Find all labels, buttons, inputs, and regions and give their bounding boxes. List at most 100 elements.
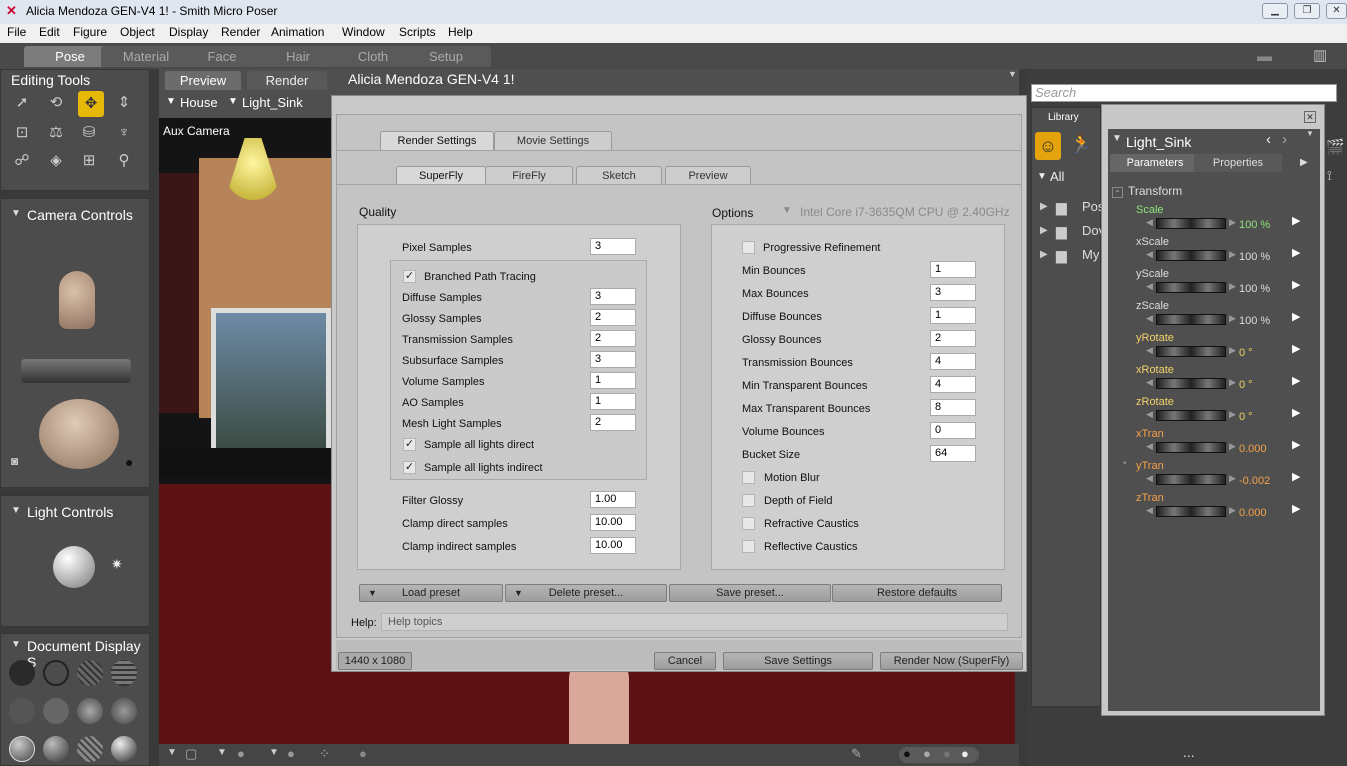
param-scale[interactable]: Scale ◀ ▶ 100 % ▶ xyxy=(1128,204,1318,236)
glossy-samples-field[interactable]: 2 xyxy=(590,309,636,326)
tab-superfly[interactable]: SuperFly xyxy=(396,166,486,185)
wireframe-style-icon[interactable] xyxy=(77,660,103,686)
figure-selector[interactable]: House xyxy=(180,95,218,110)
param-value[interactable]: 0 ° xyxy=(1239,411,1253,423)
minimize-button[interactable]: ▁ xyxy=(1262,3,1288,19)
light-sphere-icon[interactable] xyxy=(53,546,95,588)
dial-right-icon[interactable]: ▶ xyxy=(1229,441,1236,452)
render-now-button[interactable]: Render Now (SuperFly) xyxy=(880,652,1023,670)
hidden-line-style-icon[interactable] xyxy=(111,660,137,686)
tab-preview-engine[interactable]: Preview xyxy=(665,166,751,185)
param-dial[interactable] xyxy=(1156,506,1226,517)
dial-right-icon[interactable]: ▶ xyxy=(1229,345,1236,356)
restore-defaults-button[interactable]: Restore defaults xyxy=(832,584,1002,602)
rotate-tool-icon[interactable]: ⟲ xyxy=(45,92,67,114)
collapse-arrow-icon[interactable]: ▼ xyxy=(11,505,21,516)
flyaround-icon[interactable]: ● xyxy=(125,454,133,470)
param-value[interactable]: 0 ° xyxy=(1239,347,1253,359)
camera-icon[interactable]: ◙ xyxy=(11,454,18,468)
dial-left-icon[interactable]: ◀ xyxy=(1146,217,1153,228)
close-button[interactable]: ✕ xyxy=(1326,3,1347,19)
panel-menu-icon[interactable]: ▼ xyxy=(1008,69,1017,79)
refractive-caustics-checkbox[interactable] xyxy=(742,517,755,530)
actor-dropdown-arrow-icon[interactable]: ▼ xyxy=(228,96,238,107)
all-label[interactable]: All xyxy=(1050,169,1064,184)
library-books-icon[interactable]: ▥ xyxy=(1313,46,1327,64)
menu-figure[interactable]: Figure xyxy=(73,25,107,39)
volume-bounces-field[interactable]: 0 xyxy=(930,422,976,439)
chevron-down-icon[interactable]: ▼ xyxy=(1037,171,1047,182)
dial-right-icon[interactable]: ▶ xyxy=(1229,249,1236,260)
param-value[interactable]: 0.000 xyxy=(1239,507,1267,519)
maximize-button[interactable]: ❐ xyxy=(1294,3,1320,19)
param-dial[interactable] xyxy=(1156,314,1226,325)
chevron-down-icon[interactable]: ▼ xyxy=(167,747,177,758)
expand-arrow-icon[interactable]: ▶ xyxy=(1040,249,1048,260)
param-zscale[interactable]: zScale ◀ ▶ 100 % ▶ xyxy=(1128,300,1318,332)
pencil-icon[interactable]: ✎ xyxy=(851,746,862,762)
param-value[interactable]: 0.000 xyxy=(1239,443,1267,455)
transmission-samples-field[interactable]: 2 xyxy=(590,330,636,347)
chain-break-icon[interactable]: ⛁ xyxy=(78,122,100,144)
flat-shaded-icon[interactable] xyxy=(43,698,69,724)
actor-selector[interactable]: Light_Sink xyxy=(242,95,303,110)
taper-tool-icon[interactable]: ⚖ xyxy=(45,122,67,144)
volume-samples-field[interactable]: 1 xyxy=(590,372,636,389)
param-xscale[interactable]: xScale ◀ ▶ 100 % ▶ xyxy=(1128,236,1318,268)
twist-tool-icon[interactable]: ♆ xyxy=(113,122,135,144)
param-dial[interactable] xyxy=(1156,442,1226,453)
menu-scripts[interactable]: Scripts xyxy=(399,25,436,39)
pixel-samples-field[interactable]: 3 xyxy=(590,238,636,255)
smooth-shaded-icon[interactable] xyxy=(9,736,35,762)
preview-style-toggles[interactable]: ● ● ● ● xyxy=(899,746,979,763)
scale-tool-icon[interactable]: ⊡ xyxy=(11,122,33,144)
play-arrow-icon[interactable]: ▶ xyxy=(1300,157,1308,168)
subsurface-samples-field[interactable]: 3 xyxy=(590,351,636,368)
glossy-bounces-field[interactable]: 2 xyxy=(930,330,976,347)
menu-help[interactable]: Help xyxy=(448,25,473,39)
param-value[interactable]: 100 % xyxy=(1239,283,1270,295)
camera-head-icon[interactable] xyxy=(59,271,95,329)
dial-right-icon[interactable]: ▶ xyxy=(1229,473,1236,484)
motion-blur-checkbox[interactable] xyxy=(742,471,755,484)
bucket-size-field[interactable]: 64 xyxy=(930,445,976,462)
param-value[interactable]: 100 % xyxy=(1239,219,1270,231)
cancel-button[interactable]: Cancel xyxy=(654,652,716,670)
spheres-icon[interactable]: ⁘ xyxy=(319,746,330,762)
diffuse-bounces-field[interactable]: 1 xyxy=(930,307,976,324)
sample-direct-checkbox[interactable]: ✓ xyxy=(403,438,416,451)
actor-name[interactable]: Light_Sink xyxy=(1126,134,1191,150)
lit-wireframe-icon[interactable] xyxy=(9,698,35,724)
dial-left-icon[interactable]: ◀ xyxy=(1146,505,1153,516)
flat-lined-icon[interactable] xyxy=(77,698,103,724)
direct-manipulation-icon[interactable]: ☍ xyxy=(11,150,33,172)
transmission-bounces-field[interactable]: 4 xyxy=(930,353,976,370)
more-dots[interactable]: ... xyxy=(1183,744,1195,760)
camera-move-xy-icon[interactable] xyxy=(21,359,131,383)
panel-menu-icon[interactable]: ▼ xyxy=(1306,129,1314,138)
clamp-direct-field[interactable]: 10.00 xyxy=(590,514,636,531)
dial-left-icon[interactable]: ◀ xyxy=(1146,377,1153,388)
search-input[interactable]: Search xyxy=(1031,84,1337,102)
help-topics-field[interactable]: Help topics xyxy=(381,613,1008,631)
dot-icon[interactable]: ● xyxy=(923,746,931,761)
tab-preview[interactable]: Preview xyxy=(165,71,241,90)
tab-setup[interactable]: Setup xyxy=(401,46,491,67)
camera-trackball-icon[interactable] xyxy=(39,399,119,469)
tab-movie-settings[interactable]: Movie Settings xyxy=(494,131,612,150)
tab-render[interactable]: Render xyxy=(247,71,327,90)
menu-object[interactable]: Object xyxy=(120,25,155,39)
dial-right-icon[interactable]: ▶ xyxy=(1229,217,1236,228)
param-value[interactable]: 0 ° xyxy=(1239,379,1253,391)
branched-path-checkbox[interactable]: ✓ xyxy=(403,270,416,283)
param-dial[interactable] xyxy=(1156,378,1226,389)
folder-my[interactable]: My xyxy=(1082,247,1099,262)
param-ytran[interactable]: • yTran ◀ ▶ -0.002 ▶ xyxy=(1123,458,1318,492)
param-value[interactable]: 100 % xyxy=(1239,315,1270,327)
param-menu-arrow-icon[interactable]: ▶ xyxy=(1292,374,1300,387)
param-menu-arrow-icon[interactable]: ▶ xyxy=(1292,438,1300,451)
dial-left-icon[interactable]: ◀ xyxy=(1146,345,1153,356)
dial-left-icon[interactable]: ◀ xyxy=(1146,281,1153,292)
tab-sketch[interactable]: Sketch xyxy=(576,166,662,185)
tool-icon[interactable]: ⟟ xyxy=(1327,168,1332,184)
